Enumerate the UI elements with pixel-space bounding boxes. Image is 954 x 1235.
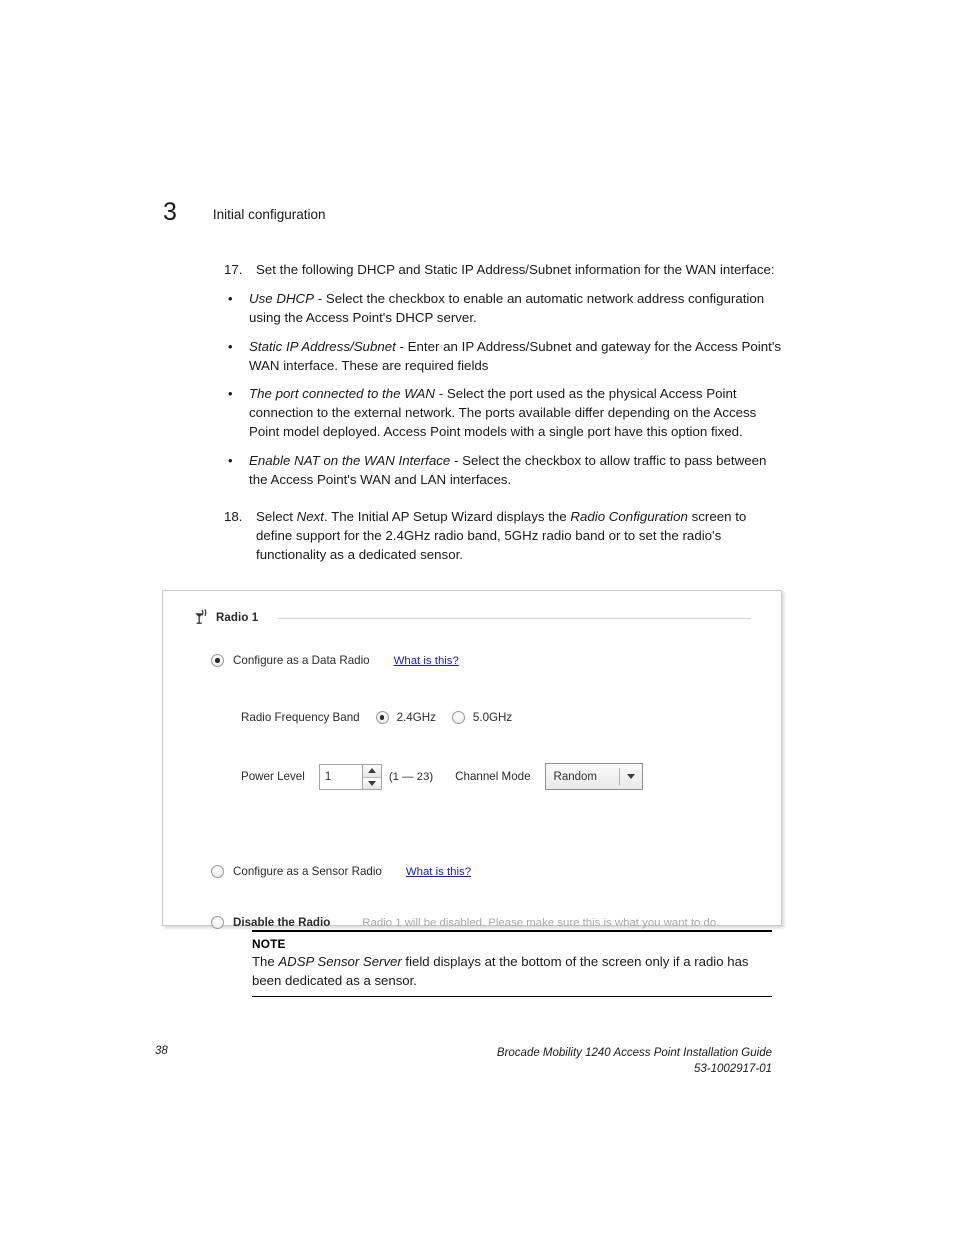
radio-frequency-band-label: Radio Frequency Band: [241, 711, 360, 724]
radio-band-24ghz[interactable]: [375, 711, 389, 724]
footer-guide-title: Brocade Mobility 1240 Access Point Insta…: [496, 1047, 772, 1059]
what-is-this-link-sensor[interactable]: What is this?: [406, 866, 471, 878]
footer-page-number: 38: [155, 1045, 168, 1057]
chevron-down-icon: [620, 774, 642, 779]
radio-group-title: Radio 1: [216, 612, 259, 624]
channel-mode-value: Random: [553, 770, 598, 783]
group-divider: [278, 617, 751, 619]
note-bottom-rule: [252, 995, 772, 997]
power-level-label: Power Level: [241, 770, 305, 783]
bullet-rest: - Select the checkbox to enable an autom…: [249, 291, 765, 326]
step-17-text: Set the following DHCP and Static IP Add…: [256, 262, 775, 277]
note-text: The ADSP Sensor Server field displays at…: [252, 952, 772, 990]
note-callout: NOTE The ADSP Sensor Server field displa…: [252, 930, 772, 997]
radio-configuration-screenshot: Radio 1 Configure as a Data Radio What i…: [162, 590, 782, 929]
option-sensor-radio-label: Configure as a Sensor Radio: [233, 865, 382, 878]
power-level-row: Power Level 1 (1 — 23) Channel Mode Rand…: [241, 763, 643, 790]
bullet-term: Static IP Address/Subnet: [249, 338, 396, 354]
option-disable-radio[interactable]: Disable the Radio Radio 1 will be disabl…: [211, 916, 719, 929]
bullet-marker: •: [228, 338, 233, 354]
channel-mode-select[interactable]: Random: [544, 763, 643, 790]
note-seg1: The: [252, 953, 279, 969]
step-18-em-next: Next: [296, 509, 324, 525]
channel-mode-label: Channel Mode: [455, 770, 531, 783]
bullet-text: Enable NAT on the WAN Interface - Select…: [249, 451, 784, 489]
bullet-marker: •: [228, 452, 233, 468]
band-option-24ghz-label: 2.4GHz: [396, 711, 436, 724]
chapter-title: Initial configuration: [212, 207, 326, 222]
step-18: 18. Select Next. The Initial AP Setup Wi…: [224, 507, 784, 565]
stepper-increment-button[interactable]: [362, 764, 381, 777]
chapter-number: 3: [163, 198, 177, 226]
radio-group-header: Radio 1: [193, 609, 757, 627]
note-em-adsp: ADSP Sensor Server: [278, 953, 402, 969]
bullet-marker: •: [228, 386, 233, 402]
step-18-number: 18.: [224, 509, 243, 525]
step-17-number: 17.: [224, 262, 243, 277]
step-18-seg2: . The Initial AP Setup Wizard displays t…: [324, 509, 571, 525]
list-item: • Static IP Address/Subnet - Enter an IP…: [224, 337, 784, 375]
step-18-em-radio-config: Radio Configuration: [570, 509, 688, 525]
footer-doc-number: 53-1002917-01: [693, 1063, 772, 1075]
step-17: 17. Set the following DHCP and Static IP…: [224, 260, 784, 279]
list-item: • The port connected to the WAN - Select…: [224, 384, 784, 442]
power-level-range-hint: (1 — 23): [388, 770, 434, 783]
band-option-50ghz[interactable]: 5.0GHz: [451, 711, 513, 724]
bullet-term: Use DHCP: [249, 291, 315, 307]
note-title: NOTE: [252, 936, 286, 951]
list-item: • Enable NAT on the WAN Interface - Sele…: [224, 451, 784, 489]
step-17-bullet-list: • Use DHCP - Select the checkbox to enab…: [224, 289, 784, 489]
band-option-50ghz-label: 5.0GHz: [472, 711, 513, 724]
power-level-stepper[interactable]: 1: [318, 763, 382, 790]
footer-doc-info: Brocade Mobility 1240 Access Point Insta…: [497, 1045, 772, 1077]
radio-frequency-band-row: Radio Frequency Band 2.4GHz 5.0GHz: [241, 711, 512, 724]
bullet-text: Use DHCP - Select the checkbox to enable…: [249, 289, 784, 327]
option-data-radio-label: Configure as a Data Radio: [233, 654, 370, 667]
power-level-stepper-buttons[interactable]: [361, 764, 381, 789]
what-is-this-link-data[interactable]: What is this?: [394, 655, 459, 667]
disable-radio-note: Radio 1 will be disabled. Please make su…: [362, 916, 720, 929]
antenna-icon: [193, 609, 211, 625]
band-option-24ghz[interactable]: 2.4GHz: [375, 711, 436, 724]
body-content: 17. Set the following DHCP and Static IP…: [224, 260, 784, 571]
bullet-marker: •: [228, 291, 233, 307]
option-data-radio[interactable]: Configure as a Data Radio What is this?: [211, 654, 459, 667]
power-level-input[interactable]: 1: [319, 764, 362, 789]
step-18-seg1: Select: [256, 509, 297, 525]
bullet-term: The port connected to the WAN: [249, 386, 436, 402]
note-top-rule: [252, 930, 772, 932]
radio-band-50ghz[interactable]: [451, 711, 465, 724]
radio-disable-radio[interactable]: [211, 916, 224, 929]
list-item: • Use DHCP - Select the checkbox to enab…: [224, 289, 784, 327]
option-disable-radio-label: Disable the Radio: [233, 916, 331, 929]
radio-data-radio[interactable]: [211, 654, 224, 667]
page: 3 Initial configuration 17. Set the foll…: [0, 0, 954, 1235]
bullet-term: Enable NAT on the WAN Interface: [249, 452, 451, 468]
bullet-text: The port connected to the WAN - Select t…: [249, 384, 784, 442]
option-sensor-radio[interactable]: Configure as a Sensor Radio What is this…: [211, 865, 471, 878]
chapter-header: 3 Initial configuration: [163, 198, 325, 227]
step-18-text: Select Next. The Initial AP Setup Wizard…: [256, 507, 784, 565]
stepper-decrement-button[interactable]: [362, 776, 381, 789]
radio-sensor-radio[interactable]: [211, 865, 224, 878]
bullet-text: Static IP Address/Subnet - Enter an IP A…: [249, 337, 784, 375]
triangle-down-icon: [367, 780, 376, 786]
triangle-up-icon: [367, 768, 376, 773]
